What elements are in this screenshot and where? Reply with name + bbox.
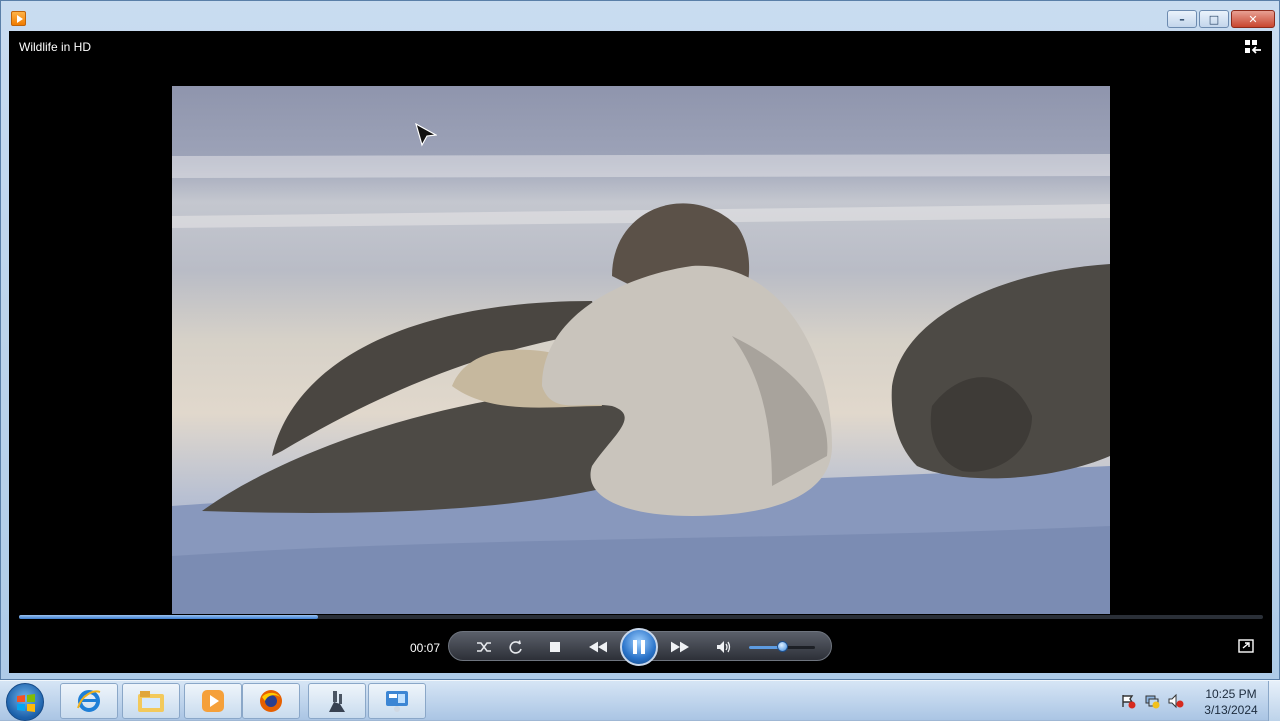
taskbar-windows-media-player[interactable] xyxy=(184,683,242,719)
taskbar-internet-explorer[interactable] xyxy=(60,683,118,719)
taskbar-network-app[interactable] xyxy=(368,683,426,719)
current-time: 00:07 xyxy=(410,641,441,655)
start-button[interactable] xyxy=(6,683,44,721)
volume-slider-thumb[interactable] xyxy=(777,641,788,652)
network-icon[interactable] xyxy=(1144,693,1160,709)
seek-progress xyxy=(19,615,318,619)
next-icon xyxy=(671,641,689,653)
minimize-button[interactable]: – xyxy=(1167,10,1197,28)
maximize-button[interactable]: □ xyxy=(1199,10,1229,28)
firefox-icon xyxy=(260,690,282,712)
action-center-icon[interactable] xyxy=(1120,693,1136,709)
volume-muted-icon[interactable] xyxy=(1168,693,1184,709)
previous-icon xyxy=(589,641,607,653)
taskbar-windows-explorer[interactable] xyxy=(122,683,180,719)
media-player-app-icon[interactable] xyxy=(11,11,26,26)
video-title: Wildlife in HD xyxy=(19,40,92,54)
windows-media-player-icon xyxy=(202,690,224,712)
volume-icon xyxy=(717,641,731,653)
windows-logo-icon xyxy=(17,694,35,712)
window-controls: – □ ✕ xyxy=(1167,10,1275,28)
show-desktop-button[interactable] xyxy=(1268,681,1280,721)
playback-controls xyxy=(448,628,832,666)
fullscreen-icon[interactable] xyxy=(1238,639,1254,653)
taskbar: 10:25 PM 3/13/2024 xyxy=(0,680,1280,721)
shuffle-button[interactable] xyxy=(475,638,493,656)
clock-date: 3/13/2024 xyxy=(1204,703,1258,717)
pause-button[interactable] xyxy=(620,628,658,666)
close-button[interactable]: ✕ xyxy=(1231,10,1275,28)
taskbar-app[interactable] xyxy=(308,683,366,719)
title-bar[interactable]: – □ ✕ xyxy=(1,1,1279,31)
internet-explorer-icon xyxy=(77,690,101,712)
network-app-icon xyxy=(386,691,408,712)
repeat-button[interactable] xyxy=(506,638,524,656)
system-clock[interactable]: 10:25 PM 3/13/2024 xyxy=(1196,686,1266,718)
previous-button[interactable] xyxy=(589,638,607,656)
mute-button[interactable] xyxy=(715,638,733,656)
switch-to-library-icon[interactable] xyxy=(1244,39,1262,55)
taskbar-firefox[interactable] xyxy=(242,683,300,719)
clock-time: 10:25 PM xyxy=(1205,687,1257,701)
system-tray xyxy=(1120,693,1184,709)
next-button[interactable] xyxy=(671,638,689,656)
pause-icon xyxy=(633,640,645,654)
media-player-window: – □ ✕ Wildlife in HD 00:07 xyxy=(0,0,1280,680)
repeat-icon xyxy=(508,639,522,654)
video-frame[interactable] xyxy=(172,86,1110,614)
mouse-cursor-icon xyxy=(415,123,437,147)
now-playing-view: Wildlife in HD 00:07 xyxy=(9,31,1272,673)
seek-bar[interactable] xyxy=(19,615,1263,619)
stop-icon xyxy=(550,642,560,652)
app-icon xyxy=(329,691,345,712)
windows-explorer-icon xyxy=(138,691,164,712)
shuffle-icon xyxy=(477,642,491,652)
seals-on-beach-image xyxy=(172,154,1110,614)
stop-button[interactable] xyxy=(546,638,564,656)
